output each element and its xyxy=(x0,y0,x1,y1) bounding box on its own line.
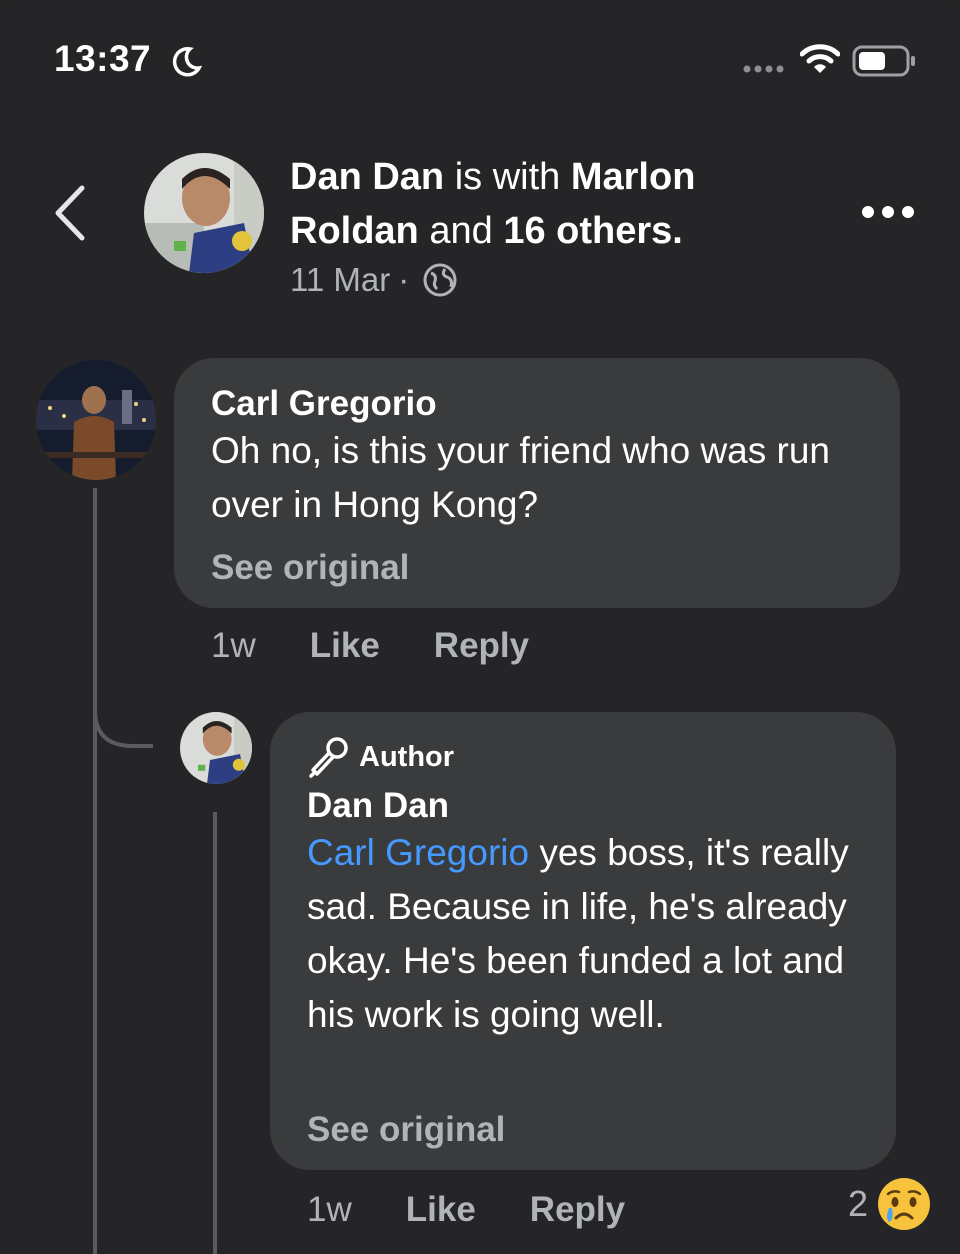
thread-line-main xyxy=(93,488,97,1254)
post-author-avatar[interactable] xyxy=(144,153,264,273)
microphone-icon xyxy=(309,737,348,778)
back-chevron-icon[interactable] xyxy=(50,182,90,244)
see-original-link[interactable]: See original xyxy=(211,548,409,588)
author-badge: Author xyxy=(307,736,454,778)
reaction-summary[interactable]: 2 xyxy=(848,1176,932,1232)
see-original-link[interactable]: See original xyxy=(307,1110,505,1150)
screen: 13:37 Dan Dan is with Marlon Roldan and … xyxy=(0,0,960,1254)
comment-author-name[interactable]: Carl Gregorio xyxy=(211,384,437,424)
like-button[interactable]: Like xyxy=(310,626,380,666)
title-period: . xyxy=(672,210,683,252)
post-meta: 11 Mar · xyxy=(290,260,457,300)
reply-author-avatar[interactable] xyxy=(180,712,252,784)
author-badge-label: Author xyxy=(359,740,455,773)
thread-line-reply xyxy=(213,812,217,1254)
reply-text: Carl Gregorio yes boss, it's really sad.… xyxy=(307,826,877,1042)
reply-bubble: Author Dan Dan Carl Gregorio yes boss, i… xyxy=(270,712,896,1170)
post-title: Dan Dan is with Marlon Roldan and 16 oth… xyxy=(290,150,790,258)
thread-branch xyxy=(93,690,153,748)
globe-icon xyxy=(423,263,457,297)
reply-actions: 1w Like Reply xyxy=(307,1190,625,1230)
reaction-count: 2 xyxy=(848,1183,869,1224)
comment-actions: 1w Like Reply xyxy=(211,626,529,666)
with-text: is with xyxy=(454,156,561,198)
battery-icon xyxy=(852,45,915,77)
comment-time[interactable]: 1w xyxy=(211,626,256,666)
comment-text: Oh no, is this your friend who was run o… xyxy=(211,430,831,525)
mention-link[interactable]: Carl Gregorio xyxy=(307,832,529,873)
and-text: and xyxy=(429,210,493,252)
reply-button[interactable]: Reply xyxy=(530,1190,625,1230)
signal-dots-icon xyxy=(743,65,784,73)
sad-face-icon xyxy=(878,1178,931,1230)
others-link[interactable]: 16 others xyxy=(503,210,672,252)
reply-button[interactable]: Reply xyxy=(434,626,529,666)
meta-separator: · xyxy=(398,261,410,298)
status-time: 13:37 xyxy=(54,38,152,79)
like-button[interactable]: Like xyxy=(406,1190,476,1230)
reply-time[interactable]: 1w xyxy=(307,1190,352,1230)
reply-author-name[interactable]: Dan Dan xyxy=(307,786,449,826)
comment-bubble: Carl Gregorio Oh no, is this your friend… xyxy=(174,358,900,608)
more-options-icon[interactable] xyxy=(856,200,920,224)
commenter-avatar[interactable] xyxy=(36,360,156,480)
post-date[interactable]: 11 Mar xyxy=(290,261,390,299)
post-author-name[interactable]: Dan Dan xyxy=(290,156,444,198)
wifi-icon xyxy=(800,44,840,73)
moon-icon xyxy=(172,47,202,77)
